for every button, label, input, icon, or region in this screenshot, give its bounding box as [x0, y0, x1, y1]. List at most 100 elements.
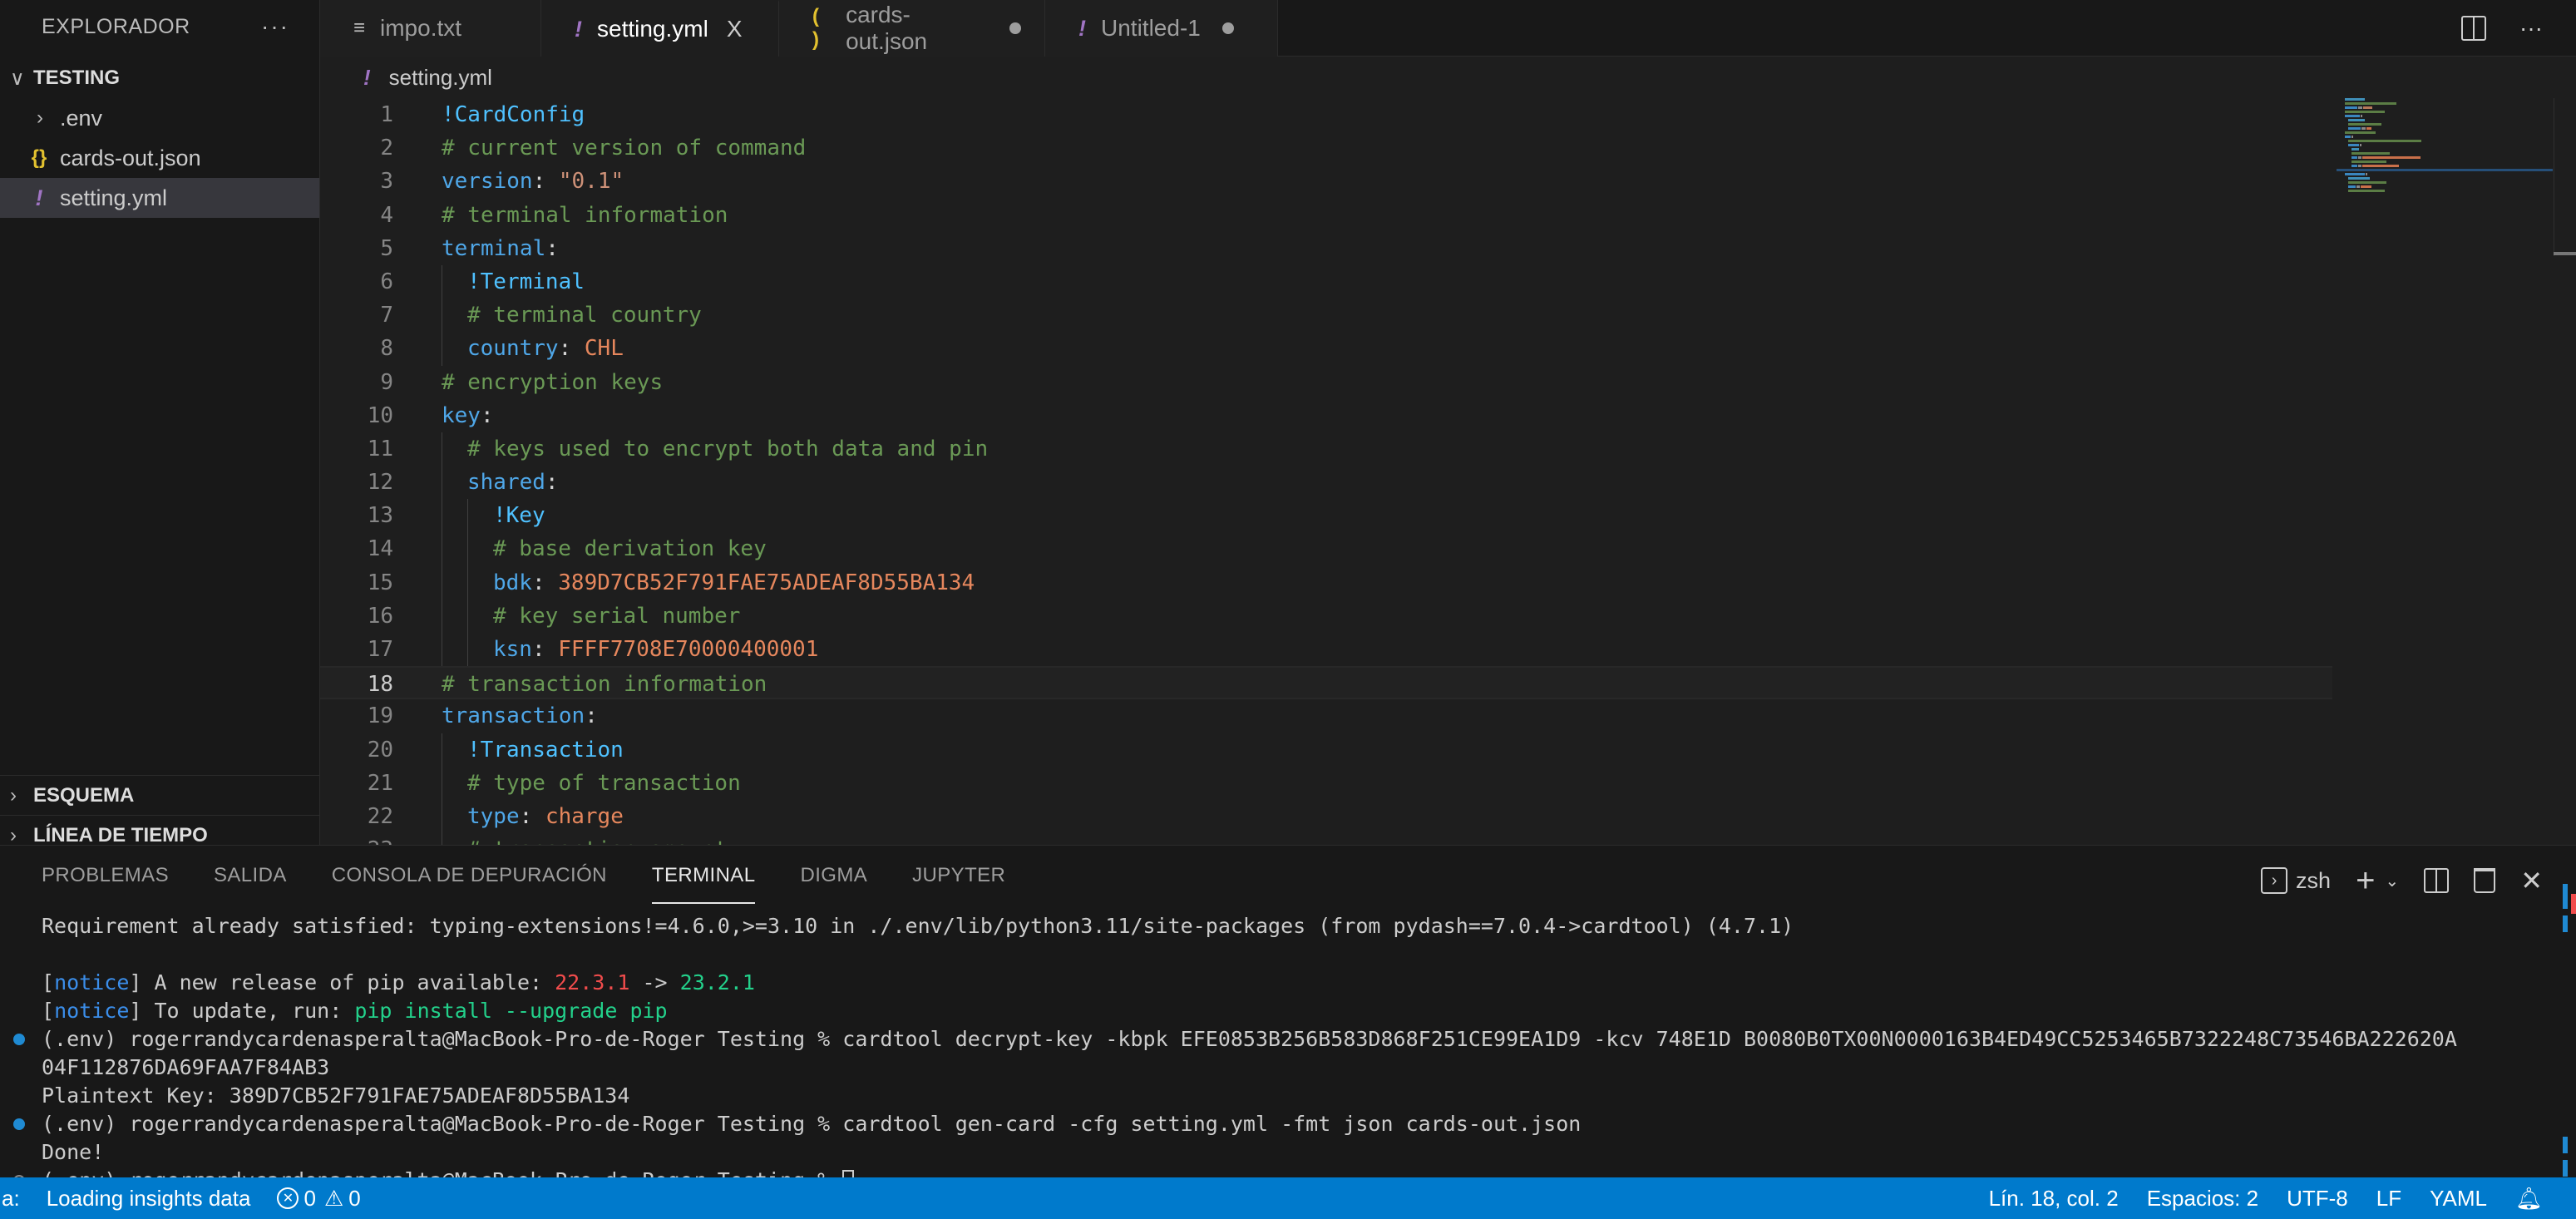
chevron-down-icon[interactable]: ⌄	[2385, 871, 2399, 891]
terminal-output[interactable]: Requirement already satisfied: typing-ex…	[0, 912, 2544, 1195]
minimap-line	[2357, 165, 2361, 167]
token-val: CHL	[584, 336, 624, 362]
panel-actions: › zsh + ⌄ ✕	[2261, 862, 2543, 899]
token-tag: !Transaction	[467, 737, 624, 762]
code-line[interactable]: 13 !Key	[320, 499, 2332, 533]
terminal-line: 04F112876DA69FAA7F84AB3	[0, 1054, 2544, 1082]
trash-icon[interactable]	[2474, 868, 2496, 893]
code-line[interactable]: 6 !Terminal	[320, 264, 2332, 299]
tree-item-cards-out-json[interactable]: {} cards-out.json	[0, 138, 319, 178]
minimap-line	[2348, 190, 2385, 192]
indent-guide	[467, 499, 468, 533]
panel-tab-digma[interactable]: DIGMA	[800, 864, 867, 904]
code-line[interactable]: 7 # terminal country	[320, 299, 2332, 333]
warning-count: 0	[348, 1185, 361, 1211]
json-file-icon: ( )	[812, 5, 819, 51]
terminal-line: Requirement already satisfied: typing-ex…	[0, 912, 2544, 940]
code-line[interactable]: 19 transaction:	[320, 699, 2332, 733]
terminal-text: 23.2.1	[679, 970, 755, 994]
close-icon[interactable]: X	[727, 16, 743, 42]
terminal-scroll-marker	[2563, 1137, 2568, 1153]
code-editor[interactable]: 1 !CardConfig 2 # current version of comman…	[320, 98, 2332, 845]
status-indentation[interactable]: Espacios: 2	[2147, 1186, 2258, 1212]
code-line[interactable]: 17 ksn: FFFF7708E70000400001	[320, 633, 2332, 667]
terminal-shell-selector[interactable]: › zsh	[2261, 867, 2331, 894]
editor-scrollbar[interactable]	[2554, 98, 2576, 256]
minimap-line	[2356, 185, 2361, 188]
command-success-icon[interactable]	[13, 1034, 25, 1045]
code-line[interactable]: 12 shared:	[320, 466, 2332, 500]
line-number: 6	[380, 269, 393, 294]
command-success-icon[interactable]	[13, 1118, 25, 1130]
section-label: LÍNEA DE TIEMPO	[33, 823, 208, 846]
minimap-line	[2351, 165, 2357, 167]
line-number: 23	[320, 833, 393, 845]
panel-tab-terminal[interactable]: TERMINAL	[651, 864, 756, 904]
explorer-title: EXPLORADOR	[42, 14, 190, 38]
new-terminal-icon[interactable]: +	[2356, 862, 2375, 900]
terminal-line: [notice] To update, run: pip install --u…	[0, 997, 2544, 1025]
breadcrumb[interactable]: ! setting.yml	[320, 58, 492, 96]
code-line[interactable]: 22 type: charge	[320, 799, 2332, 834]
panel-tab-consola-de-depuraci-n[interactable]: CONSOLA DE DEPURACIÓN	[332, 864, 607, 904]
status-language[interactable]: YAML	[2430, 1186, 2487, 1212]
warning-icon: ⚠	[323, 1185, 344, 1211]
code-line[interactable]: 14 # base derivation key	[320, 532, 2332, 566]
code-line[interactable]: 10 key:	[320, 399, 2332, 432]
code-line[interactable]: 11 # keys used to encrypt both data and p…	[320, 432, 2332, 466]
folder-testing[interactable]: ∨ TESTING	[0, 58, 319, 98]
tab-impo-txt[interactable]: ≡ impo.txt	[320, 0, 541, 57]
more-actions-icon[interactable]: ···	[2519, 15, 2543, 42]
notifications-bell-icon[interactable]: 🔔︎	[2515, 1186, 2543, 1212]
tab-untitled-1[interactable]: ! Untitled-1	[1045, 0, 1278, 57]
close-panel-icon[interactable]: ✕	[2520, 865, 2543, 896]
minimap-line	[2348, 177, 2371, 180]
minimap-line	[2357, 156, 2361, 159]
status-problems[interactable]: ✕ 0 ⚠ 0	[277, 1185, 361, 1212]
code-line[interactable]: 2 # current version of command	[320, 131, 2332, 165]
section-outline[interactable]: › ESQUEMA	[0, 775, 320, 815]
minimap[interactable]	[2337, 98, 2553, 314]
code-line[interactable]: 21 # type of transaction	[320, 766, 2332, 800]
split-editor-icon[interactable]	[2461, 16, 2487, 41]
code-line[interactable]: 16 # key serial number	[320, 599, 2332, 633]
minimap-line	[2360, 144, 2362, 146]
tab-setting-yml[interactable]: ! setting.yml X	[541, 0, 779, 57]
unsaved-dot-icon[interactable]	[1221, 22, 1234, 34]
status-cursor-position[interactable]: Lín. 18, col. 2	[1989, 1186, 2119, 1212]
more-actions-icon[interactable]: ···	[261, 13, 289, 40]
line-number: 16	[367, 603, 393, 629]
status-insights[interactable]: Loading insights data	[47, 1186, 251, 1212]
code-line[interactable]: 20 !Transaction	[320, 733, 2332, 767]
tree-item-env[interactable]: › .env	[0, 98, 319, 138]
tab-cards-out-json[interactable]: ( ) cards-out.json	[779, 0, 1045, 57]
unsaved-dot-icon[interactable]	[1009, 22, 1021, 34]
indent-guide	[467, 565, 468, 600]
minimap-line	[2362, 165, 2399, 167]
panel-tab-salida[interactable]: SALIDA	[214, 864, 287, 904]
code-line[interactable]: 9 # encryption keys	[320, 366, 2332, 399]
token-key: key	[442, 402, 481, 428]
minimap-line	[2345, 131, 2376, 134]
split-terminal-icon[interactable]	[2424, 868, 2450, 893]
yaml-file-icon: !	[35, 185, 43, 210]
code-line[interactable]: 4 # terminal information	[320, 199, 2332, 232]
code-line[interactable]: 5 terminal:	[320, 232, 2332, 265]
chevron-down-icon: ∨	[10, 67, 25, 90]
panel-tab-problemas[interactable]: PROBLEMAS	[42, 864, 169, 904]
code-line[interactable]: 18 # transaction information	[320, 666, 2332, 700]
code-text: !CardConfig	[442, 98, 585, 131]
code-line[interactable]: 3 version: "0.1"	[320, 165, 2332, 198]
status-eol[interactable]: LF	[2376, 1186, 2401, 1212]
tree-item-setting-yml[interactable]: ! setting.yml	[0, 178, 319, 218]
minimap-line	[2345, 98, 2366, 101]
code-line[interactable]: 23 # transaction amount	[320, 833, 2332, 845]
section-label: ESQUEMA	[33, 783, 135, 807]
status-encoding[interactable]: UTF-8	[2287, 1186, 2348, 1212]
code-line[interactable]: 1 !CardConfig	[320, 98, 2332, 131]
shell-name: zsh	[2296, 867, 2332, 893]
code-line[interactable]: 8 country: CHL	[320, 332, 2332, 366]
code-line[interactable]: 15 bdk: 389D7CB52F791FAE75ADEAF8D55BA134	[320, 565, 2332, 600]
panel-tab-jupyter[interactable]: JUPYTER	[912, 864, 1005, 904]
